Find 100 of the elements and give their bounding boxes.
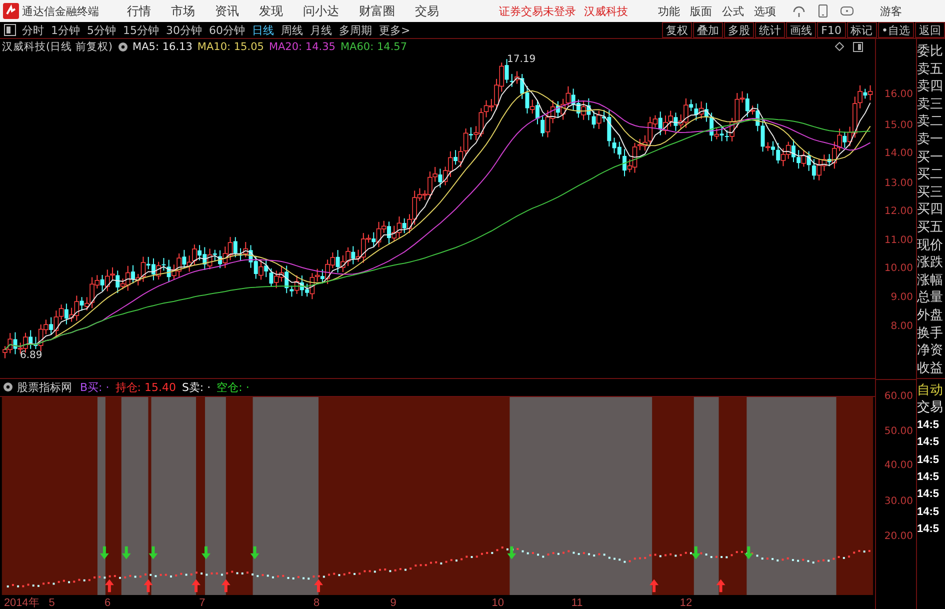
date-axis-label: 11 [571, 597, 583, 609]
price-axis-label: 11.00 [884, 235, 913, 246]
trade-label: 自动 [917, 382, 944, 400]
menu-item[interactable]: 市场 [171, 2, 195, 20]
indicator-axis-label: 50.00 [884, 426, 913, 437]
price-axis-label: 12.00 [884, 206, 913, 217]
down-arrow-icon [744, 546, 754, 560]
price-axis-label: 15.00 [884, 120, 913, 131]
tool-button[interactable]: 画线 [786, 22, 816, 38]
menu-item[interactable]: 行情 [127, 2, 151, 20]
period-tab[interactable]: 15分钟 [123, 22, 159, 38]
date-axis-label: 9 [390, 597, 396, 609]
period-tab[interactable]: 1分钟 [51, 22, 80, 38]
date-axis-label: 2014年 [4, 597, 40, 609]
quote-label: 买二 [917, 166, 944, 184]
period-tab[interactable]: 5分钟 [87, 22, 116, 38]
tool-button[interactable]: 标记 [846, 22, 876, 38]
tool-button[interactable]: 多股 [724, 22, 754, 38]
period-tab[interactable]: 30分钟 [166, 22, 202, 38]
panel-toggle-icon[interactable] [4, 24, 16, 36]
quote-label: 卖二 [917, 113, 944, 131]
tool-button[interactable]: •自选 [878, 22, 914, 38]
signal-value: B买: · [80, 380, 110, 395]
period-tab[interactable]: 日线 [252, 22, 274, 38]
quote-label: 净资 [917, 342, 944, 360]
quote-label: 买五 [917, 218, 944, 237]
period-tab[interactable]: 60分钟 [209, 22, 245, 38]
settings-icon[interactable] [3, 382, 13, 392]
low-price-label: 6.89 [20, 350, 42, 361]
up-arrow-icon [716, 579, 726, 592]
phone-icon[interactable] [818, 4, 828, 18]
menu-item[interactable]: 问小达 [303, 2, 339, 20]
price-axis-label: 14.00 [884, 148, 913, 159]
tool-button[interactable]: 叠加 [693, 22, 724, 38]
menu-item[interactable]: 发现 [259, 2, 283, 20]
menu-item[interactable]: 选项 [754, 4, 776, 18]
up-arrow-icon [192, 579, 201, 592]
date-axis-label: 8 [314, 597, 320, 609]
ma-value: MA10: 15.05 [197, 40, 264, 52]
tool-button[interactable]: 复权 [662, 22, 692, 38]
notice-link[interactable]: 证券交易未登录 [499, 4, 576, 18]
trade-label: 14:5 [917, 418, 940, 433]
quote-label: 委比 [917, 43, 944, 61]
tool-button[interactable]: 返回 [915, 22, 945, 38]
menu-item[interactable]: 资讯 [215, 2, 239, 20]
down-arrow-icon [122, 546, 131, 560]
menu-item[interactable]: 功能 [658, 4, 680, 18]
signal-value: 持仓: 15.40 [115, 380, 176, 395]
trade-label: 14:5 [917, 487, 940, 502]
signal-value: 空仓: · [216, 380, 250, 395]
price-axis-label: 9.00 [890, 292, 913, 303]
ma-value: MA60: 14.57 [340, 40, 408, 52]
menu-item[interactable]: 交易 [415, 2, 439, 20]
quote-label: 现价 [917, 236, 944, 254]
user-label[interactable]: 游客 [880, 4, 902, 18]
indicator-axis-label: 60.00 [884, 391, 913, 402]
period-tab[interactable]: 多周期 [339, 22, 372, 38]
price-axis-label: 10.00 [884, 263, 913, 274]
quote-label: 卖五 [917, 60, 944, 78]
quote-label: 收益 [917, 360, 944, 378]
stock-title: 汉威科技(日线 前复权) [2, 40, 113, 54]
price-axis-label: 16.00 [884, 89, 913, 100]
date-axis-label: 12 [680, 597, 692, 609]
indicator-axis-label: 20.00 [884, 531, 913, 542]
up-arrow-icon [104, 579, 114, 592]
headset-icon[interactable] [792, 4, 806, 18]
quote-label: 买四 [917, 201, 944, 219]
app-logo-icon [3, 3, 19, 19]
period-tab[interactable]: 月线 [310, 22, 332, 38]
down-arrow-icon [148, 546, 158, 560]
diamond-icon[interactable] [835, 42, 844, 51]
signal-value: S卖: · [182, 380, 211, 395]
period-tab[interactable]: 周线 [281, 22, 303, 38]
menu-item[interactable]: 公式 [722, 4, 744, 18]
quote-label: 涨跌 [917, 254, 944, 272]
period-tab[interactable]: 更多> [379, 22, 410, 38]
settings-icon[interactable] [118, 42, 128, 52]
quote-label: 买一 [917, 148, 944, 166]
message-icon[interactable] [840, 5, 854, 17]
notice-link[interactable]: 汉威科技 [584, 4, 628, 18]
menu-item[interactable]: 版面 [690, 4, 712, 18]
quote-label: 换手 [917, 324, 944, 342]
down-arrow-icon [100, 546, 109, 560]
high-price-label: 17.19 [507, 54, 536, 65]
trade-label: 14:5 [917, 435, 940, 450]
tool-button[interactable]: 统计 [755, 22, 786, 38]
date-axis-label: 5 [48, 597, 55, 609]
down-arrow-icon [250, 546, 260, 560]
quote-label: 卖一 [917, 130, 944, 149]
trade-label: 交易 [917, 399, 944, 417]
date-axis-label: 7 [199, 597, 206, 609]
period-tab[interactable]: 分时 [22, 22, 44, 38]
menu-item[interactable]: 财富圈 [359, 2, 395, 20]
trade-label: 14:5 [917, 504, 940, 520]
indicator-title: 股票指标网 [17, 380, 72, 395]
tool-button[interactable]: F10 [817, 22, 846, 38]
date-axis-label: 10 [492, 597, 504, 609]
down-arrow-icon [691, 546, 700, 560]
panel-icon[interactable] [853, 42, 863, 52]
trade-label: 14:5 [917, 452, 940, 468]
